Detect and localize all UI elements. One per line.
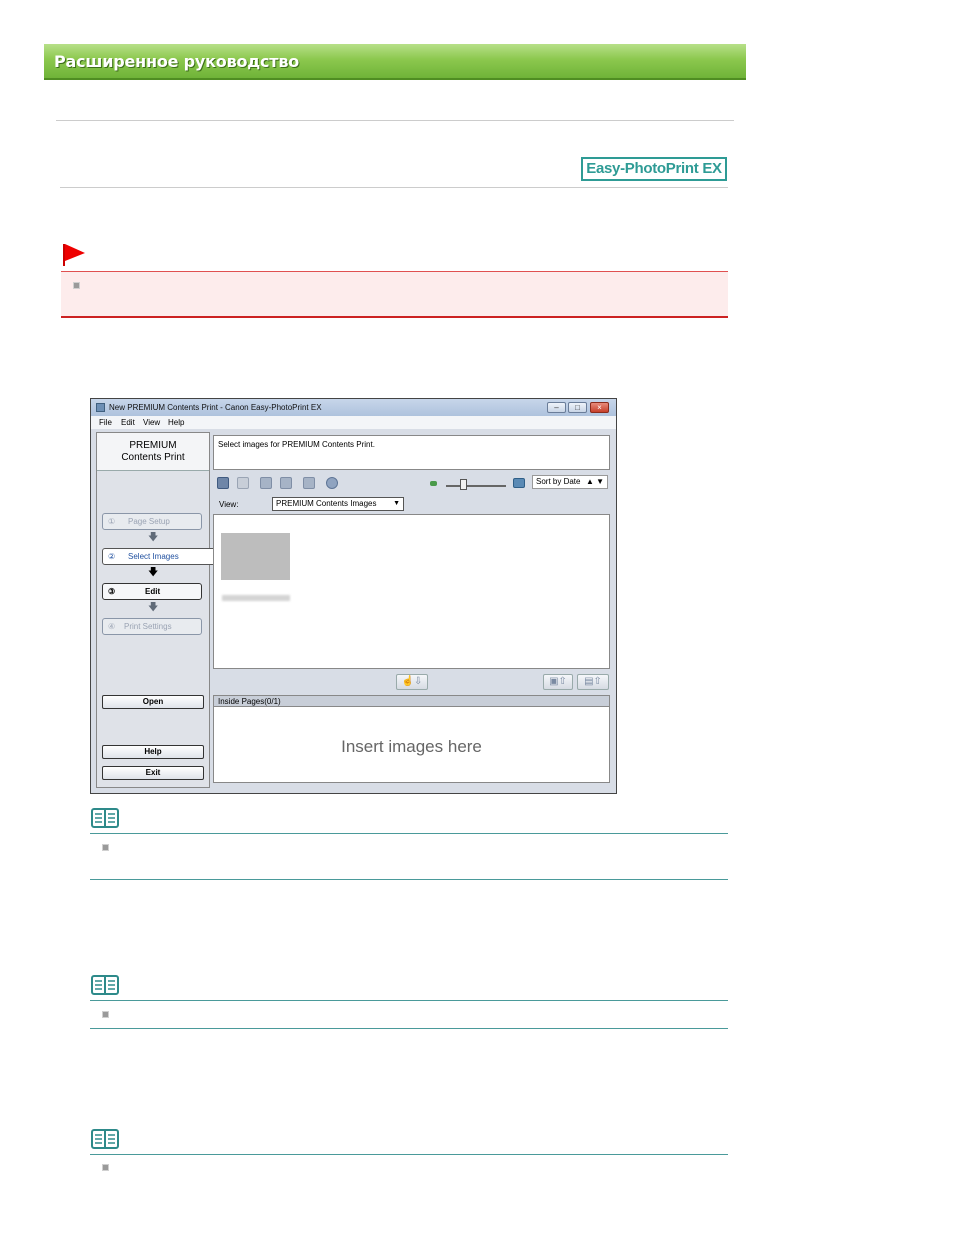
inside-pages-area[interactable]: Insert images here — [213, 707, 610, 783]
sort-select-value: Sort by Date — [536, 477, 581, 486]
add-image-button[interactable]: ☝⇩ — [396, 674, 428, 690]
product-logo: Easy-PhotoPrint EX — [581, 157, 727, 181]
remove-image-button[interactable]: ▣⇧ — [543, 674, 573, 690]
bullet-icon — [102, 844, 109, 851]
menu-view[interactable]: View — [143, 418, 160, 427]
view-label: View: — [219, 500, 239, 509]
bullet-icon — [102, 1011, 109, 1018]
note-rule-top — [90, 1154, 728, 1155]
divider-header — [60, 187, 728, 188]
chevron-down-icon: ▼ — [393, 500, 400, 507]
banner-title: Расширенное руководство — [54, 52, 300, 71]
guide-banner: Расширенное руководство — [44, 44, 746, 80]
note-rule-top — [90, 1000, 728, 1001]
step-number: ① — [108, 517, 116, 526]
note-book-icon — [91, 1129, 119, 1149]
menu-help[interactable]: Help — [168, 418, 184, 427]
inside-pages-header: Inside Pages(0/1) — [213, 695, 610, 707]
bullet-icon — [102, 1164, 109, 1171]
edit-image-icon[interactable] — [280, 477, 292, 489]
step-number: ④ — [108, 622, 116, 631]
down-arrow-icon: 🡇 — [148, 567, 159, 578]
divider-top — [56, 120, 734, 121]
menu-bar: File Edit View Help — [91, 416, 616, 429]
image-filename — [222, 595, 290, 601]
step-number: ② — [108, 552, 116, 561]
close-button[interactable]: × — [590, 402, 609, 413]
app-icon — [96, 403, 105, 412]
down-arrow-icon: 🡇 — [148, 602, 159, 613]
correct-image-icon[interactable] — [260, 477, 272, 489]
step-page-setup[interactable]: ① Page Setup — [102, 513, 202, 530]
instruction-text: Select images for PREMIUM Contents Print… — [218, 440, 375, 449]
deselect-icon[interactable] — [237, 477, 249, 489]
step-label: Select Images — [128, 552, 179, 561]
exit-button[interactable]: Exit — [102, 766, 204, 780]
menu-file[interactable]: File — [99, 418, 112, 427]
app-screenshot: New PREMIUM Contents Print - Canon Easy-… — [90, 398, 617, 794]
minimize-button[interactable]: – — [547, 402, 566, 413]
step-label: Page Setup — [128, 517, 170, 526]
maximize-button[interactable]: □ — [568, 402, 587, 413]
panel-title-line1: PREMIUM — [129, 440, 177, 451]
note-rule-bottom — [90, 1028, 728, 1029]
select-all-icon[interactable] — [217, 477, 229, 489]
note-book-icon — [91, 808, 119, 828]
window-title: New PREMIUM Contents Print - Canon Easy-… — [109, 403, 322, 412]
insert-placeholder: Insert images here — [341, 737, 482, 756]
help-button[interactable]: Help — [102, 745, 204, 759]
large-thumbnail-icon — [513, 478, 525, 488]
step-select-images[interactable]: ② Select Images — [102, 548, 216, 565]
down-arrow-icon: 🡇 — [148, 532, 159, 543]
panel-title-line2: Contents Print — [121, 452, 185, 463]
bullet-icon — [73, 282, 80, 289]
step-label: Edit — [145, 587, 161, 596]
slider-handle[interactable] — [460, 479, 467, 490]
important-flag-icon — [63, 244, 85, 266]
window-titlebar: New PREMIUM Contents Print - Canon Easy-… — [91, 399, 616, 416]
sort-select[interactable]: Sort by Date ▲ ▼ — [532, 475, 608, 489]
remove-all-button[interactable]: ▤⇧ — [577, 674, 609, 690]
note-rule-top — [90, 833, 728, 834]
view-select-value: PREMIUM Contents Images — [276, 499, 377, 508]
note-rule-bottom — [90, 879, 728, 880]
view-select[interactable]: PREMIUM Contents Images ▼ — [272, 497, 404, 511]
menu-edit[interactable]: Edit — [121, 418, 135, 427]
rotate-icon[interactable] — [303, 477, 315, 489]
image-thumbnail-area — [213, 514, 610, 669]
image-thumbnail[interactable] — [221, 533, 290, 580]
panel-title: PREMIUM Contents Print — [97, 433, 209, 471]
important-box — [61, 271, 728, 318]
note-book-icon — [91, 975, 119, 995]
step-edit[interactable]: ③ Edit — [102, 583, 202, 600]
sort-arrows-icon: ▲ ▼ — [585, 477, 604, 486]
left-panel: PREMIUM Contents Print ① Page Setup 🡇 ② … — [96, 432, 216, 788]
instruction-box: Select images for PREMIUM Contents Print… — [213, 435, 610, 470]
thumbnail-size-slider[interactable] — [446, 485, 506, 487]
inside-pages-label: Inside Pages(0/1) — [218, 697, 281, 706]
step-number: ③ — [108, 587, 116, 596]
globe-icon[interactable] — [326, 477, 338, 489]
small-thumbnail-icon — [430, 481, 437, 486]
open-button[interactable]: Open — [102, 695, 204, 709]
step-print-settings[interactable]: ④ Print Settings — [102, 618, 202, 635]
step-label: Print Settings — [124, 622, 172, 631]
